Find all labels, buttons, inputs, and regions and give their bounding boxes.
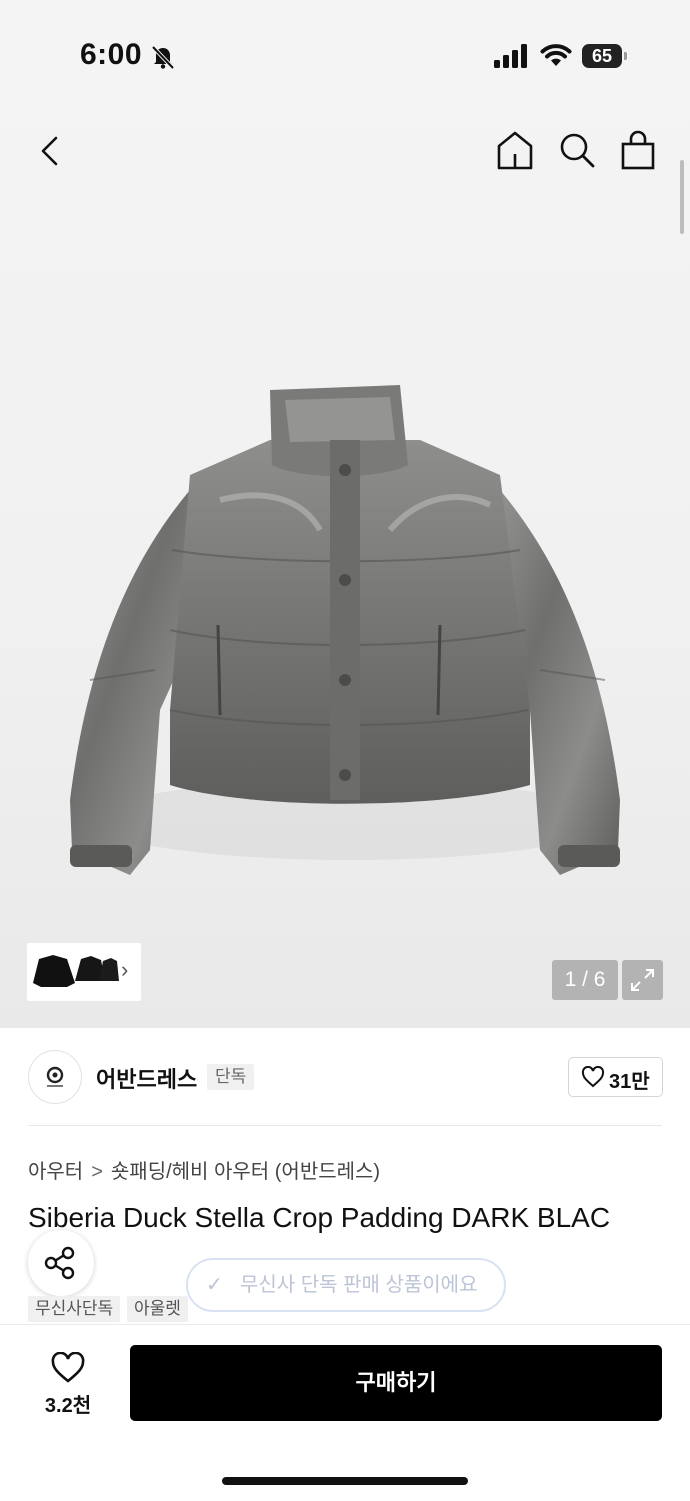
product-tag[interactable]: 무신사단독 [28,1296,121,1322]
share-icon [44,1246,75,1280]
brand-exclusive-badge: 단독 [207,1064,255,1090]
breadcrumb: 아우터 > 숏패딩/헤비 아우터 (어반드레스) [28,1155,380,1184]
battery-icon: 65 [582,44,628,68]
check-icon: ✓ [206,1274,223,1296]
home-indicator[interactable] [222,1477,468,1485]
breadcrumb-separator: > [91,1161,103,1183]
wishlist-count: 3.2천 [44,1395,92,1417]
scrollbar[interactable] [680,160,684,234]
back-icon[interactable] [30,128,74,174]
breadcrumb-item-outer[interactable]: 아우터 [28,1161,83,1183]
exclusive-sale-toast-text: 무신사 단독 판매 상품이에요 [240,1274,478,1296]
wifi-icon [540,44,572,66]
exclusive-sale-toast: ✓ 무신사 단독 판매 상품이에요 [186,1258,506,1312]
divider [28,1125,662,1126]
brand-name[interactable]: 어반드레스 [96,1062,197,1094]
home-icon[interactable] [493,128,537,174]
brand-like-button[interactable]: 31만 [568,1057,663,1097]
brand-logo-mark [46,1066,64,1087]
heart-icon [581,1066,605,1088]
buy-button[interactable]: 구매하기 [130,1345,662,1421]
thumbnail-chevron-right-icon: › [121,957,129,982]
product-photo-puffer-jacket [70,385,620,875]
battery-percent: 65 [591,46,613,66]
search-icon[interactable] [555,128,599,174]
shopping-bag-icon[interactable] [616,128,660,174]
heart-icon [51,1352,85,1383]
share-button[interactable] [28,1230,94,1296]
color-thumbnail-strip[interactable]: › [27,943,141,1001]
cellular-signal-icon [494,44,527,68]
bell-muted-icon [151,45,175,70]
expand-image-button[interactable] [622,960,663,1000]
brand-logo[interactable] [28,1050,82,1104]
status-time: 6:00 [80,38,143,71]
product-tag[interactable]: 아울렛 [127,1296,188,1322]
image-pager-counter: 1 / 6 [552,960,618,1000]
product-title: Siberia Duck Stella Crop Padding DARK BL… [28,1202,611,1233]
breadcrumb-item-category[interactable]: 숏패딩/헤비 아우터 (어반드레스) [111,1161,380,1183]
brand-like-count: 31만 [609,1071,650,1093]
expand-icon [631,969,654,991]
